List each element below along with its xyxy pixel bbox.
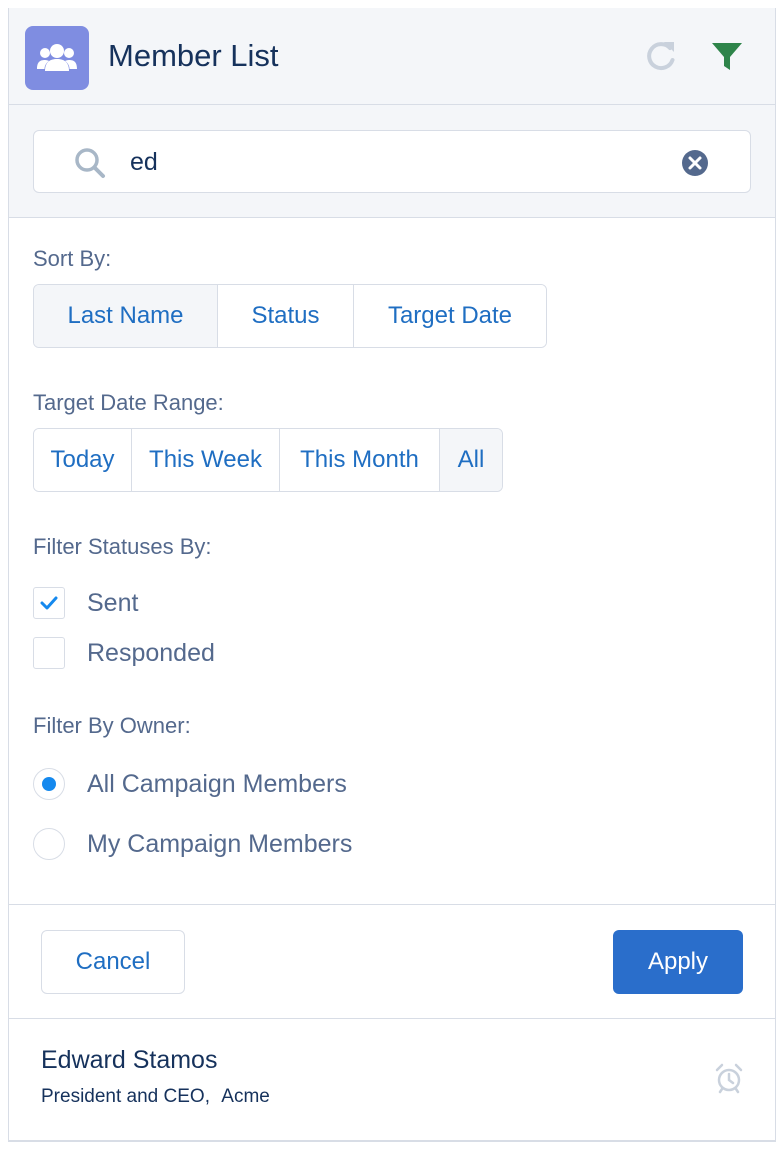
- all-members-label: All Campaign Members: [87, 769, 347, 798]
- sort-by-group: Last Name Status Target Date: [33, 284, 547, 348]
- sort-target-date-button[interactable]: Target Date: [354, 285, 546, 347]
- range-this-week-button[interactable]: This Week: [132, 429, 280, 491]
- date-range-group: Today This Week This Month All: [33, 428, 503, 492]
- all-members-radio[interactable]: [33, 768, 65, 800]
- my-members-radio[interactable]: [33, 828, 65, 860]
- sort-status-button[interactable]: Status: [218, 285, 354, 347]
- sent-checkbox[interactable]: [33, 587, 65, 619]
- status-filter-label: Filter Statuses By:: [33, 534, 212, 559]
- radio-selected-dot: [42, 777, 56, 791]
- list-item[interactable]: Edward Stamos President and CEO, Acme: [9, 1020, 775, 1140]
- range-today-button[interactable]: Today: [34, 429, 132, 491]
- member-list-panel: Member List ed Sort By: Last Name Status…: [8, 8, 776, 1142]
- checkmark-icon: [40, 596, 58, 610]
- member-company: Acme: [221, 1086, 270, 1107]
- member-title: President and CEO,: [41, 1086, 210, 1107]
- member-subtitle: President and CEO, Acme: [41, 1086, 270, 1108]
- sent-label: Sent: [87, 588, 139, 617]
- owner-all-option[interactable]: All Campaign Members: [33, 767, 347, 801]
- status-sent-option[interactable]: Sent: [33, 586, 138, 620]
- refresh-icon[interactable]: [643, 38, 679, 74]
- date-range-label: Target Date Range:: [33, 390, 224, 415]
- footer-divider: [9, 904, 775, 905]
- apply-button[interactable]: Apply: [613, 930, 743, 994]
- list-divider: [9, 1018, 775, 1019]
- member-name[interactable]: Edward Stamos: [41, 1046, 217, 1075]
- group-icon: [25, 26, 89, 90]
- search-input[interactable]: [130, 141, 670, 183]
- sort-by-label: Sort By:: [33, 246, 112, 271]
- cancel-button[interactable]: Cancel: [41, 930, 185, 994]
- clear-icon[interactable]: [681, 149, 709, 177]
- alarm-clock-icon: [713, 1062, 745, 1094]
- responded-checkbox[interactable]: [33, 637, 65, 669]
- sort-last-name-button[interactable]: Last Name: [34, 285, 218, 347]
- status-responded-option[interactable]: Responded: [33, 636, 215, 670]
- owner-filter-label: Filter By Owner:: [33, 713, 191, 738]
- search-icon: [74, 147, 106, 179]
- panel-header: Member List: [9, 8, 775, 105]
- my-members-label: My Campaign Members: [87, 829, 353, 858]
- search-area: [9, 105, 775, 218]
- search-box[interactable]: [33, 130, 751, 193]
- filter-icon[interactable]: [709, 38, 745, 74]
- range-this-month-button[interactable]: This Month: [280, 429, 440, 491]
- range-all-button[interactable]: All: [440, 429, 502, 491]
- owner-mine-option[interactable]: My Campaign Members: [33, 827, 352, 861]
- responded-label: Responded: [87, 638, 215, 667]
- page-title: Member List: [108, 38, 279, 73]
